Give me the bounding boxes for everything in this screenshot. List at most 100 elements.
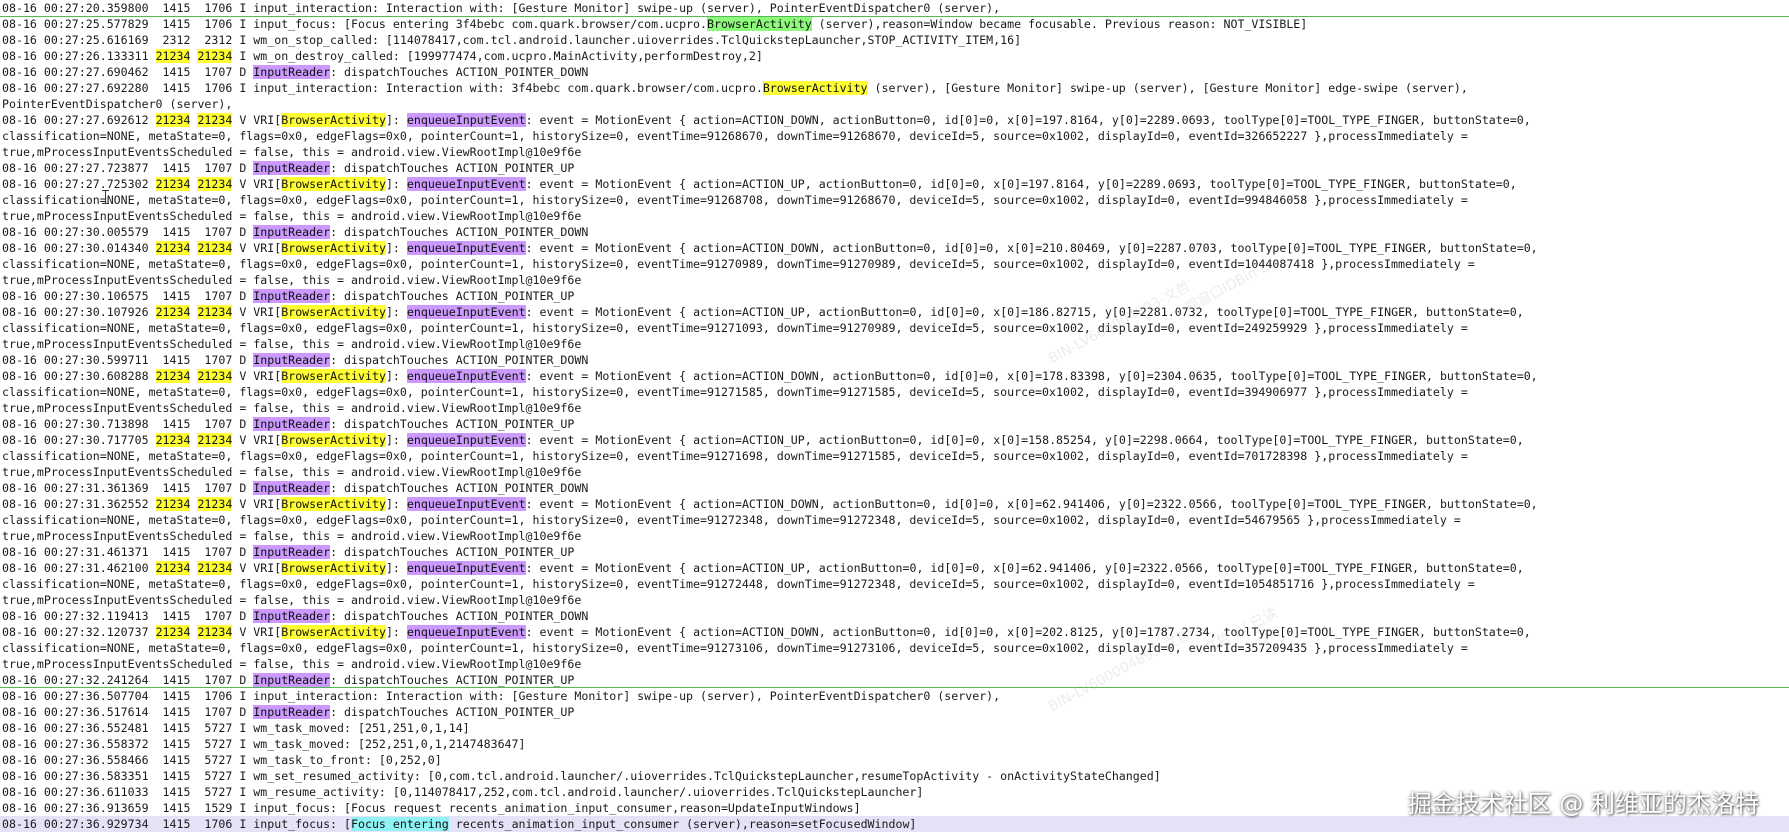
log-line[interactable]: 08-16 00:27:30.717705 21234 21234 V VRI[… [0, 432, 1789, 448]
log-text: : dispatchTouches ACTION_POINTER_DOWN [330, 65, 589, 79]
log-line[interactable]: true,mProcessInputEventsScheduled = fals… [0, 592, 1789, 608]
log-text: V VRI[ [232, 561, 282, 575]
log-highlight: BrowserActivity [281, 561, 386, 575]
log-text: : dispatchTouches ACTION_POINTER_DOWN [330, 353, 589, 367]
log-line[interactable]: 08-16 00:27:32.241264 1415 1707 D InputR… [0, 672, 1789, 688]
log-line[interactable]: 08-16 00:27:30.014340 21234 21234 V VRI[… [0, 240, 1789, 256]
log-text: : dispatchTouches ACTION_POINTER_UP [330, 673, 575, 687]
log-line[interactable]: true,mProcessInputEventsScheduled = fals… [0, 656, 1789, 672]
log-highlight: enqueueInputEvent [406, 433, 526, 447]
log-line[interactable]: true,mProcessInputEventsScheduled = fals… [0, 272, 1789, 288]
log-highlight: 21234 [197, 561, 233, 575]
log-text: 08-16 00:27:27.725302 [2, 177, 156, 191]
log-text: 08-16 00:27:30.608288 [2, 369, 156, 383]
log-line[interactable]: classification=NONE, metaState=0, flags=… [0, 384, 1789, 400]
log-highlight: BrowserActivity [281, 625, 386, 639]
log-text: 08-16 00:27:27.692612 [2, 113, 156, 127]
log-highlight: InputReader [253, 417, 331, 431]
log-text: 08-16 00:27:31.362552 [2, 497, 156, 511]
log-highlight: BrowserActivity [281, 497, 386, 511]
log-line[interactable]: 08-16 00:27:26.133311 21234 21234 I wm_o… [0, 48, 1789, 64]
log-text: V VRI[ [232, 113, 282, 127]
log-line[interactable]: classification=NONE, metaState=0, flags=… [0, 512, 1789, 528]
log-highlight: enqueueInputEvent [406, 241, 526, 255]
separator-line [0, 16, 1789, 17]
log-line[interactable]: 08-16 00:27:20.359800 1415 1706 I input_… [0, 0, 1789, 16]
log-text: true,mProcessInputEventsScheduled = fals… [2, 593, 582, 607]
log-text: : event = MotionEvent { action=ACTION_DO… [525, 113, 1531, 127]
log-line[interactable]: 08-16 00:27:25.616169 2312 2312 I wm_on_… [0, 32, 1789, 48]
log-text: classification=NONE, metaState=0, flags=… [2, 641, 1468, 655]
log-line[interactable]: 08-16 00:27:31.362552 21234 21234 V VRI[… [0, 496, 1789, 512]
log-line[interactable]: 08-16 00:27:36.558372 1415 5727 I wm_tas… [0, 736, 1789, 752]
log-text: (server), [Gesture Monitor] swipe-up (se… [867, 81, 1468, 95]
source-watermark: 掘金技术社区 @ 利维亚的杰洛特 [1407, 790, 1759, 818]
log-line[interactable]: 08-16 00:27:27.690462 1415 1707 D InputR… [0, 64, 1789, 80]
log-line[interactable]: classification=NONE, metaState=0, flags=… [0, 448, 1789, 464]
log-line[interactable]: 08-16 00:27:30.107926 21234 21234 V VRI[… [0, 304, 1789, 320]
log-highlight: InputReader [253, 289, 331, 303]
log-text: : event = MotionEvent { action=ACTION_UP… [525, 177, 1517, 191]
log-line[interactable]: 08-16 00:27:36.583351 1415 5727 I wm_set… [0, 768, 1789, 784]
log-line[interactable]: 08-16 00:27:30.713898 1415 1707 D InputR… [0, 416, 1789, 432]
log-line[interactable]: classification=NONE, metaState=0, flags=… [0, 640, 1789, 656]
log-line[interactable]: 08-16 00:27:30.005579 1415 1707 D InputR… [0, 224, 1789, 240]
log-line[interactable]: classification=NONE, metaState=0, flags=… [0, 576, 1789, 592]
log-line[interactable]: true,mProcessInputEventsScheduled = fals… [0, 464, 1789, 480]
log-text: 08-16 00:27:30.107926 [2, 305, 156, 319]
log-line[interactable]: 08-16 00:27:31.461371 1415 1707 D InputR… [0, 544, 1789, 560]
log-text: 08-16 00:27:32.120737 [2, 625, 156, 639]
log-text: V VRI[ [232, 497, 282, 511]
log-line[interactable]: true,mProcessInputEventsScheduled = fals… [0, 528, 1789, 544]
log-text: : dispatchTouches ACTION_POINTER_UP [330, 545, 575, 559]
log-line[interactable]: 08-16 00:27:27.725302 21234 21234 V VRI[… [0, 176, 1789, 192]
log-text: V VRI[ [232, 369, 282, 383]
log-highlight: enqueueInputEvent [406, 625, 526, 639]
log-text: 08-16 00:27:30.717705 [2, 433, 156, 447]
log-text: 08-16 00:27:31.361369 1415 1707 D [2, 481, 254, 495]
log-line[interactable]: 08-16 00:27:27.692280 1415 1706 I input_… [0, 80, 1789, 96]
log-line[interactable]: classification=NONE, metaState=0, flags=… [0, 192, 1789, 208]
log-line[interactable]: 08-16 00:27:31.361369 1415 1707 D InputR… [0, 480, 1789, 496]
log-line[interactable]: 08-16 00:27:32.120737 21234 21234 V VRI[… [0, 624, 1789, 640]
log-line[interactable]: 08-16 00:27:36.507704 1415 1706 I input_… [0, 688, 1789, 704]
log-text: true,mProcessInputEventsScheduled = fals… [2, 273, 582, 287]
log-highlight: BrowserActivity [706, 17, 812, 31]
log-line[interactable]: 08-16 00:27:31.462100 21234 21234 V VRI[… [0, 560, 1789, 576]
log-highlight: 21234 [197, 433, 233, 447]
log-line[interactable]: true,mProcessInputEventsScheduled = fals… [0, 400, 1789, 416]
log-line[interactable]: 08-16 00:27:32.119413 1415 1707 D InputR… [0, 608, 1789, 624]
log-highlight: InputReader [253, 673, 331, 687]
log-line[interactable]: classification=NONE, metaState=0, flags=… [0, 320, 1789, 336]
log-line[interactable]: true,mProcessInputEventsScheduled = fals… [0, 336, 1789, 352]
log-line[interactable]: 08-16 00:27:30.599711 1415 1707 D InputR… [0, 352, 1789, 368]
log-line[interactable]: 08-16 00:27:36.558466 1415 5727 I wm_tas… [0, 752, 1789, 768]
log-line[interactable]: PointerEventDispatcher0 (server), [0, 96, 1789, 112]
log-line[interactable]: 08-16 00:27:25.577829 1415 1706 I input_… [0, 16, 1789, 32]
log-text: : event = MotionEvent { action=ACTION_DO… [525, 369, 1538, 383]
log-line[interactable]: 08-16 00:27:27.723877 1415 1707 D InputR… [0, 160, 1789, 176]
log-line[interactable]: classification=NONE, metaState=0, flags=… [0, 128, 1789, 144]
log-highlight: InputReader [253, 481, 331, 495]
log-highlight: 21234 [197, 497, 233, 511]
log-highlight: 21234 [197, 625, 233, 639]
log-highlight: Focus entering [351, 817, 449, 831]
log-text: 08-16 00:27:36.583351 1415 5727 I wm_set… [2, 769, 1161, 783]
log-highlight: 21234 [155, 497, 191, 511]
log-line[interactable]: 08-16 00:27:36.552481 1415 5727 I wm_tas… [0, 720, 1789, 736]
log-line[interactable]: classification=NONE, metaState=0, flags=… [0, 256, 1789, 272]
log-text: 08-16 00:27:30.014340 [2, 241, 156, 255]
log-line[interactable]: 08-16 00:27:30.106575 1415 1707 D InputR… [0, 288, 1789, 304]
log-line[interactable]: 08-16 00:27:27.692612 21234 21234 V VRI[… [0, 112, 1789, 128]
log-line[interactable]: 08-16 00:27:30.608288 21234 21234 V VRI[… [0, 368, 1789, 384]
log-text: true,mProcessInputEventsScheduled = fals… [2, 529, 582, 543]
log-line[interactable]: true,mProcessInputEventsScheduled = fals… [0, 144, 1789, 160]
log-highlight: 21234 [155, 561, 191, 575]
log-text: V VRI[ [232, 433, 282, 447]
log-text: : event = MotionEvent { action=ACTION_UP… [525, 305, 1524, 319]
log-line[interactable]: 08-16 00:27:36.517614 1415 1707 D InputR… [0, 704, 1789, 720]
log-highlight: enqueueInputEvent [406, 497, 526, 511]
log-highlight: BrowserActivity [281, 241, 386, 255]
log-text: 08-16 00:27:30.005579 1415 1707 D [2, 225, 254, 239]
log-line[interactable]: true,mProcessInputEventsScheduled = fals… [0, 208, 1789, 224]
